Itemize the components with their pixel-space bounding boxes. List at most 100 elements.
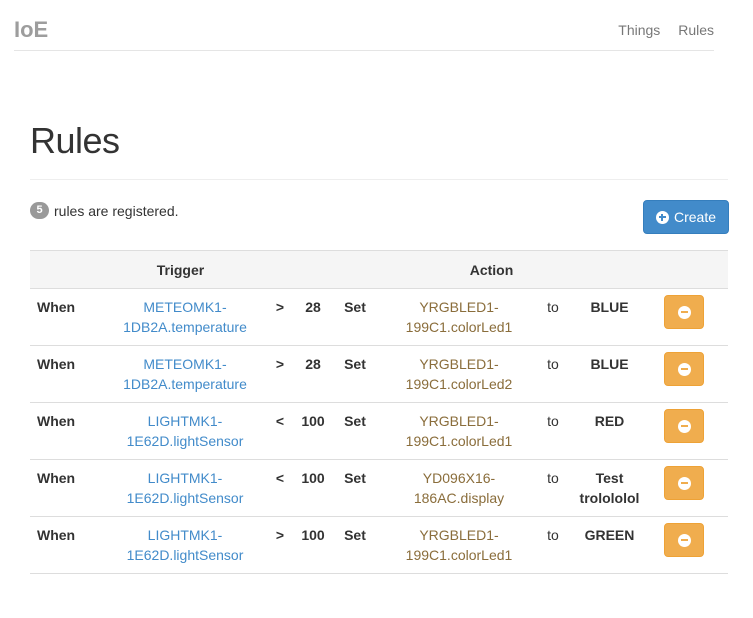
actuator-name-line: 199C1.colorLed1: [405, 319, 513, 335]
when-label: When: [30, 459, 105, 517]
minus-circle-icon: [677, 476, 691, 490]
when-label: When: [30, 516, 105, 574]
nav-link-rules[interactable]: Rules: [678, 22, 714, 38]
set-label: Set: [331, 459, 379, 517]
delete-cell: [652, 459, 728, 517]
table-row: When METEOMK1- 1DB2A.temperature >28 Set YRGB…: [30, 345, 728, 403]
target-value-line: BLUE: [590, 299, 629, 315]
sensor-link-line[interactable]: LIGHTMK1-: [105, 411, 265, 431]
sensor-link[interactable]: LIGHTMK1- 1E62D.lightSensor: [105, 459, 265, 517]
threshold-value: 28: [295, 345, 331, 403]
delete-header: [652, 250, 728, 289]
comparison-operator: <: [265, 402, 295, 460]
delete-cell: [652, 402, 728, 460]
rules-table-body: When METEOMK1- 1DB2A.temperature >28 Set YRGB…: [30, 288, 728, 574]
brand-logo[interactable]: IoE: [14, 17, 48, 43]
table-row: When METEOMK1- 1DB2A.temperature >28 Set YRGB…: [30, 288, 728, 346]
sensor-link-line[interactable]: 1DB2A.temperature: [105, 374, 265, 394]
sensor-link-line[interactable]: METEOMK1-: [105, 354, 265, 374]
minus-circle-icon: [677, 533, 691, 547]
threshold-value: 28: [295, 288, 331, 346]
action-header: Action: [331, 250, 652, 289]
create-button-label: Create: [673, 209, 717, 225]
threshold-value: 100: [295, 402, 331, 460]
rule-count-line: 5 rules are registered.: [30, 202, 179, 219]
to-label: to: [539, 459, 567, 517]
delete-cell: [652, 288, 728, 346]
nav-links: Things Rules: [604, 22, 714, 38]
actuator-name-line: YRGBLED1-: [419, 299, 499, 315]
target-value: BLUE: [567, 288, 652, 346]
set-label: Set: [331, 402, 379, 460]
sensor-link[interactable]: METEOMK1- 1DB2A.temperature: [105, 345, 265, 403]
target-value: RED: [567, 402, 652, 460]
set-label: Set: [331, 516, 379, 574]
actuator-name-line: 186AC.display: [413, 490, 505, 506]
table-row: When LIGHTMK1- 1E62D.lightSensor <100 Set YRG…: [30, 402, 728, 460]
sensor-link[interactable]: METEOMK1- 1DB2A.temperature: [105, 288, 265, 346]
threshold-value: 100: [295, 516, 331, 574]
comparison-operator: >: [265, 516, 295, 574]
comparison-operator: >: [265, 345, 295, 403]
sensor-link[interactable]: LIGHTMK1- 1E62D.lightSensor: [105, 516, 265, 574]
rules-table: Trigger Action When METEOMK1- 1DB2A.temper…: [30, 250, 728, 574]
delete-rule-button[interactable]: [664, 523, 704, 557]
page-title: Rules: [30, 120, 120, 161]
delete-rule-button[interactable]: [664, 352, 704, 386]
delete-rule-button[interactable]: [664, 466, 704, 500]
target-value-line: GREEN: [584, 527, 635, 543]
table-row: When LIGHTMK1- 1E62D.lightSensor >100 Set YRG…: [30, 516, 728, 574]
sensor-link[interactable]: LIGHTMK1- 1E62D.lightSensor: [105, 402, 265, 460]
navbar: IoE Things Rules: [14, 0, 714, 51]
actuator-name-line: YD096X16-: [422, 470, 496, 486]
sensor-link-line[interactable]: LIGHTMK1-: [105, 525, 265, 545]
to-label: to: [539, 288, 567, 346]
actuator-name-line: YRGBLED1-: [419, 527, 499, 543]
to-label: to: [539, 402, 567, 460]
actuator-name: YD096X16- 186AC.display: [379, 459, 539, 517]
actuator-name: YRGBLED1- 199C1.colorLed1: [379, 516, 539, 574]
actuator-name: YRGBLED1- 199C1.colorLed1: [379, 402, 539, 460]
to-label: to: [539, 516, 567, 574]
rule-count-badge: 5: [30, 202, 49, 219]
delete-cell: [652, 345, 728, 403]
actuator-name-line: 199C1.colorLed1: [405, 433, 513, 449]
create-rule-button[interactable]: Create: [643, 200, 729, 234]
minus-circle-icon: [677, 362, 691, 376]
sensor-link-line[interactable]: 1DB2A.temperature: [105, 317, 265, 337]
actuator-name-line: 199C1.colorLed1: [405, 547, 513, 563]
delete-cell: [652, 516, 728, 574]
sensor-link-line[interactable]: LIGHTMK1-: [105, 468, 265, 488]
threshold-value: 100: [295, 459, 331, 517]
actuator-name: YRGBLED1- 199C1.colorLed2: [379, 345, 539, 403]
actuator-name: YRGBLED1- 199C1.colorLed1: [379, 288, 539, 346]
sensor-link-line[interactable]: 1E62D.lightSensor: [105, 431, 265, 451]
table-row: When LIGHTMK1- 1E62D.lightSensor <100 Set YD0…: [30, 459, 728, 517]
set-label: Set: [331, 345, 379, 403]
minus-circle-icon: [677, 419, 691, 433]
minus-circle-icon: [677, 305, 691, 319]
target-value-line: trolololol: [579, 490, 640, 506]
trigger-header: Trigger: [30, 250, 331, 289]
target-value: BLUE: [567, 345, 652, 403]
plus-circle-icon: [655, 210, 669, 224]
when-label: When: [30, 345, 105, 403]
title-divider: [30, 179, 728, 180]
nav-link-things[interactable]: Things: [618, 22, 660, 38]
comparison-operator: <: [265, 459, 295, 517]
rule-count-text: rules are registered.: [54, 202, 179, 219]
sensor-link-line[interactable]: METEOMK1-: [105, 297, 265, 317]
comparison-operator: >: [265, 288, 295, 346]
delete-rule-button[interactable]: [664, 295, 704, 329]
target-value-line: BLUE: [590, 356, 629, 372]
set-label: Set: [331, 288, 379, 346]
when-label: When: [30, 402, 105, 460]
target-value-line: RED: [594, 413, 625, 429]
when-label: When: [30, 288, 105, 346]
delete-rule-button[interactable]: [664, 409, 704, 443]
sensor-link-line[interactable]: 1E62D.lightSensor: [105, 488, 265, 508]
target-value-line: Test: [595, 470, 624, 486]
actuator-name-line: 199C1.colorLed2: [405, 376, 513, 392]
to-label: to: [539, 345, 567, 403]
sensor-link-line[interactable]: 1E62D.lightSensor: [105, 545, 265, 565]
